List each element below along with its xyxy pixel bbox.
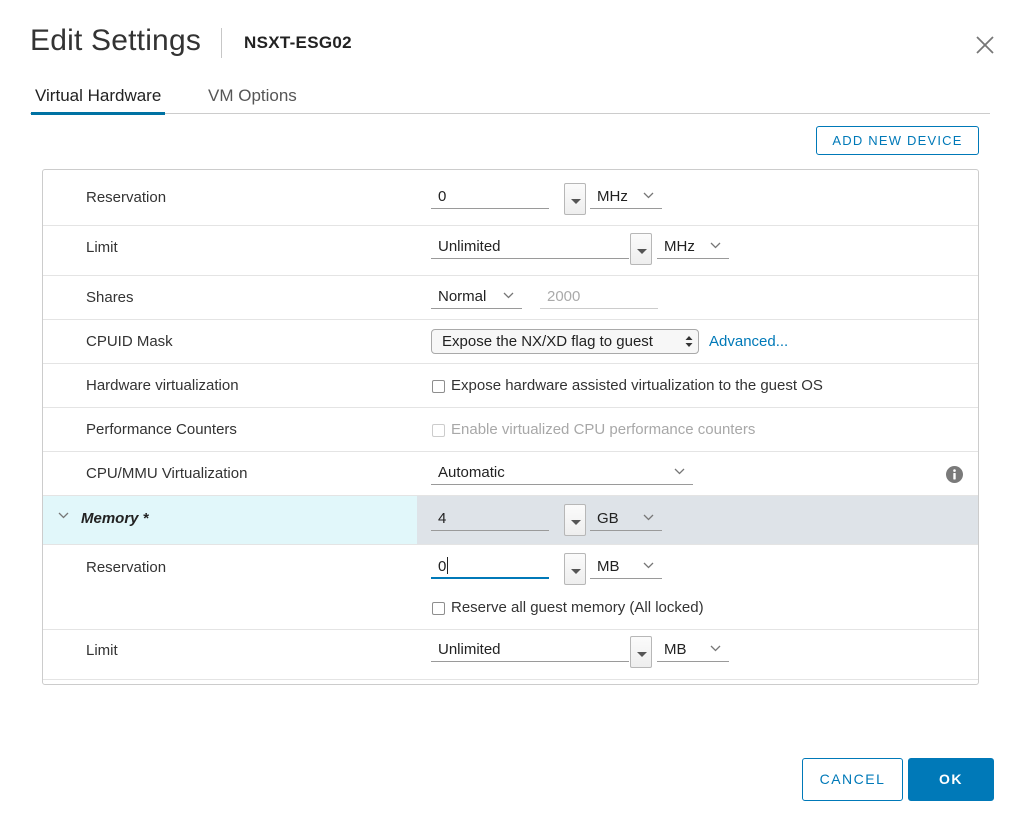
- cpu-limit-input[interactable]: Unlimited: [431, 235, 629, 259]
- close-icon: [976, 36, 994, 54]
- info-icon[interactable]: [946, 466, 963, 483]
- cpuid-mask-row: CPUID Mask Expose the NX/XD flag to gues…: [43, 320, 978, 364]
- hardware-panel: Reservation 0 MHz Limit Unlimited MHz Sh…: [42, 169, 979, 685]
- cpu-mmu-virtualization-select[interactable]: Automatic: [431, 461, 693, 485]
- cpuid-mask-value: Expose the NX/XD flag to guest: [442, 333, 653, 350]
- reserve-all-memory-checkbox[interactable]: [432, 602, 445, 615]
- cpu-reservation-unit: MHz: [597, 188, 628, 205]
- memory-unit: GB: [597, 510, 619, 527]
- vm-name: NSXT-ESG02: [244, 33, 352, 52]
- memory-reservation-unit: MB: [597, 558, 620, 575]
- hardware-virtualization-checkbox[interactable]: [432, 380, 445, 393]
- cpu-limit-row: Limit Unlimited MHz: [43, 226, 978, 276]
- memory-limit-unit-select[interactable]: MB: [657, 638, 729, 662]
- dialog-title: Edit Settings: [30, 24, 202, 57]
- cpu-reservation-row: Reservation 0 MHz: [43, 170, 978, 226]
- cpuid-advanced-link[interactable]: Advanced...: [709, 333, 788, 350]
- cpu-limit-unit: MHz: [664, 238, 695, 255]
- performance-counters-row: Performance Counters Enable virtualized …: [43, 408, 978, 452]
- cpu-mmu-virtualization-row: CPU/MMU Virtualization Automatic: [43, 452, 978, 496]
- cpu-mmu-virtualization-label: CPU/MMU Virtualization: [86, 465, 248, 482]
- chevron-down-icon: [643, 562, 654, 569]
- memory-reservation-dropdown-button[interactable]: [564, 553, 586, 585]
- close-button[interactable]: [972, 32, 998, 58]
- tab-vm-options[interactable]: VM Options: [208, 86, 297, 114]
- cancel-button[interactable]: CANCEL: [802, 758, 903, 801]
- memory-limit-input[interactable]: Unlimited: [431, 638, 629, 662]
- memory-label[interactable]: Memory *: [81, 510, 149, 527]
- hardware-virtualization-checkbox-label: Expose hardware assisted virtualization …: [451, 377, 823, 394]
- chevron-down-icon: [643, 514, 654, 521]
- memory-size-dropdown-button[interactable]: [564, 504, 586, 536]
- up-down-arrows-icon: [685, 336, 693, 347]
- memory-limit-dropdown-button[interactable]: [630, 636, 652, 668]
- hardware-virtualization-row: Hardware virtualization Expose hardware …: [43, 364, 978, 408]
- ok-button[interactable]: OK: [908, 758, 994, 801]
- cpu-shares-label: Shares: [86, 289, 134, 306]
- chevron-down-icon: [643, 192, 654, 199]
- performance-counters-label: Performance Counters: [86, 421, 237, 438]
- chevron-down-icon: [674, 468, 685, 475]
- tab-bar: Virtual Hardware VM Options: [30, 80, 990, 115]
- memory-reservation-value: 0: [438, 558, 447, 575]
- cpu-shares-level-select[interactable]: Normal: [431, 285, 522, 309]
- chevron-down-icon: [710, 242, 721, 249]
- cpu-shares-level: Normal: [438, 288, 487, 305]
- cpu-reservation-input[interactable]: 0: [431, 185, 549, 209]
- tab-virtual-hardware[interactable]: Virtual Hardware: [30, 86, 166, 115]
- cpu-reservation-unit-select[interactable]: MHz: [590, 185, 662, 209]
- cpu-shares-value: 2000: [540, 285, 658, 309]
- memory-reservation-unit-select[interactable]: MB: [590, 555, 662, 579]
- memory-limit-row: Limit Unlimited MB: [43, 630, 978, 680]
- add-new-device-button[interactable]: ADD NEW DEVICE: [816, 126, 979, 155]
- chevron-down-icon[interactable]: [58, 512, 69, 519]
- hardware-virtualization-label: Hardware virtualization: [86, 377, 239, 394]
- chevron-down-icon: [710, 645, 721, 652]
- cpu-limit-unit-select[interactable]: MHz: [657, 235, 729, 259]
- cpu-shares-row: Shares Normal 2000: [43, 276, 978, 320]
- chevron-down-icon: [503, 292, 514, 299]
- memory-size-input[interactable]: 4: [431, 507, 549, 531]
- cpu-reservation-label: Reservation: [86, 189, 167, 206]
- memory-reservation-label: Reservation: [86, 559, 167, 576]
- memory-limit-unit: MB: [664, 641, 687, 658]
- memory-reservation-input[interactable]: 0: [431, 555, 549, 579]
- cpu-reservation-dropdown-button[interactable]: [564, 183, 586, 215]
- memory-reservation-row: Reservation 0 MB Reserve all guest memor…: [43, 545, 978, 630]
- text-cursor: [447, 557, 449, 574]
- memory-limit-label: Limit: [86, 642, 118, 659]
- cpu-mmu-virtualization-value: Automatic: [438, 464, 505, 481]
- performance-counters-checkbox-label: Enable virtualized CPU performance count…: [451, 421, 756, 438]
- performance-counters-checkbox[interactable]: [432, 424, 445, 437]
- edit-settings-dialog: Edit Settings NSXT-ESG02 Virtual Hardwar…: [0, 0, 1024, 827]
- cpu-limit-label: Limit: [86, 239, 118, 256]
- cpu-limit-dropdown-button[interactable]: [630, 233, 652, 265]
- cpuid-mask-select[interactable]: Expose the NX/XD flag to guest: [431, 329, 699, 354]
- memory-unit-select[interactable]: GB: [590, 507, 662, 531]
- cpuid-mask-label: CPUID Mask: [86, 333, 173, 350]
- reserve-all-memory-label: Reserve all guest memory (All locked): [451, 599, 704, 616]
- title-separator: [221, 28, 222, 58]
- memory-row: Memory * 4 GB: [43, 496, 978, 545]
